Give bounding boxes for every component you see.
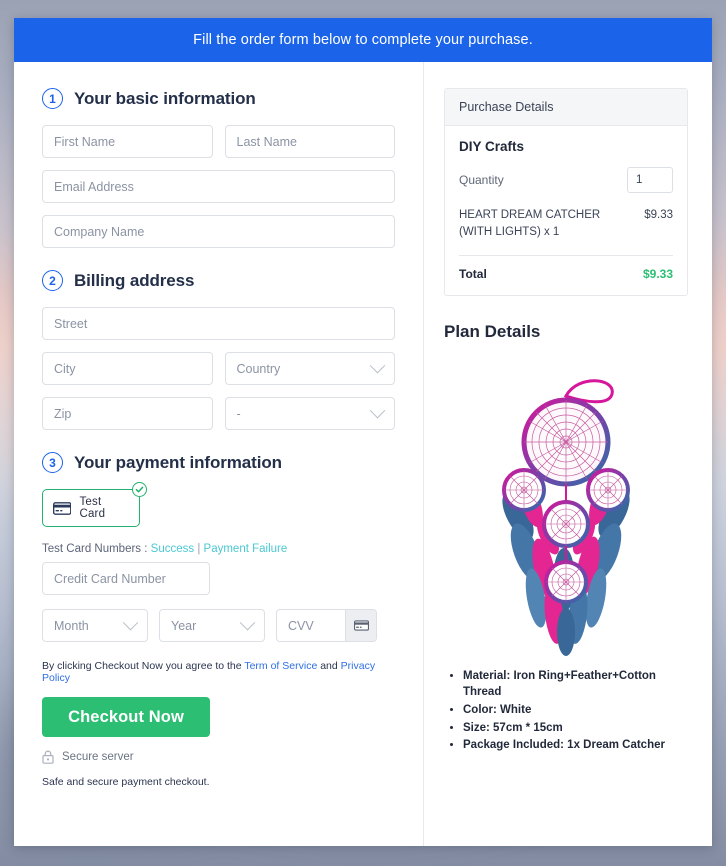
dream-catcher-illustration <box>502 378 630 656</box>
line-item-price: $9.33 <box>644 209 673 221</box>
city-input[interactable]: City <box>42 352 213 385</box>
test-card-payment-option[interactable]: Test Card <box>42 482 147 527</box>
section-title-payment-information: Your payment information <box>74 452 282 472</box>
product-specs-list: Material: Iron Ring+Feather+Cotton Threa… <box>444 668 688 754</box>
secure-server-note: Secure server <box>42 750 395 764</box>
plan-details-heading: Plan Details <box>444 321 541 341</box>
spec-item: Color: White <box>463 702 688 719</box>
quantity-row: Quantity 1 <box>459 167 673 193</box>
email-input[interactable]: Email Address <box>42 170 395 203</box>
purchase-details-panel: Purchase Details DIY Crafts Quantity 1 H… <box>444 88 688 296</box>
step-number-3: 3 <box>42 452 63 473</box>
quantity-input[interactable]: 1 <box>627 167 673 193</box>
test-card-numbers-label: Test Card Numbers : <box>42 543 148 555</box>
card-body: 1 Your basic information First Name Last… <box>14 62 712 846</box>
total-label: Total <box>459 266 487 281</box>
step-number-1: 1 <box>42 88 63 109</box>
spec-item: Material: Iron Ring+Feather+Cotton Threa… <box>463 668 688 701</box>
expiry-year-value: Year <box>171 618 197 633</box>
credit-card-icon <box>53 501 72 515</box>
line-item-row: HEART DREAM CATCHER (WITH LIGHTS) x 1 $9… <box>459 207 673 256</box>
plan-name: DIY Crafts <box>459 139 525 154</box>
secure-server-label: Secure server <box>62 751 134 763</box>
header-banner: Fill the order form below to complete yo… <box>14 18 712 62</box>
quantity-label: Quantity <box>459 173 504 187</box>
state-select[interactable]: - <box>224 397 395 430</box>
cvv-input[interactable]: CVV <box>277 619 345 633</box>
credit-card-number-row: Credit Card Number <box>42 562 395 595</box>
checkout-now-button[interactable]: Checkout Now <box>42 697 210 737</box>
street-input[interactable]: Street <box>42 307 395 340</box>
section-title-billing-address: Billing address <box>74 270 195 290</box>
summary-column: Purchase Details DIY Crafts Quantity 1 H… <box>424 62 712 846</box>
line-item-name: HEART DREAM CATCHER (WITH LIGHTS) x 1 <box>459 209 601 239</box>
credit-card-icon <box>353 620 369 631</box>
link-separator: | <box>197 543 201 555</box>
street-row: Street <box>42 307 395 340</box>
country-select[interactable]: Country <box>224 352 395 385</box>
expiry-month-value: Month <box>54 618 89 633</box>
cvv-help-button[interactable] <box>345 610 376 641</box>
terms-and: and <box>320 660 338 672</box>
first-name-input[interactable]: First Name <box>42 125 213 158</box>
test-card-numbers-line: Test Card Numbers : Success | Payment Fa… <box>42 543 395 555</box>
lock-icon <box>42 750 54 764</box>
chevron-down-icon <box>369 402 386 419</box>
total-amount: $9.33 <box>642 266 673 281</box>
banner-text: Fill the order form below to complete yo… <box>193 32 533 48</box>
expiry-month-select[interactable]: Month <box>42 609 148 642</box>
section-title-basic-information: Your basic information <box>74 88 256 108</box>
check-icon <box>135 486 144 493</box>
terms-prefix: By clicking Checkout Now you agree to th… <box>42 660 242 672</box>
term-of-service-link[interactable]: Term of Service <box>244 660 317 672</box>
spec-item: Size: 57cm * 15cm <box>463 720 688 737</box>
chevron-down-icon <box>369 357 386 374</box>
total-row: Total $9.33 <box>459 267 673 283</box>
city-country-row: City Country <box>42 352 395 385</box>
test-card-failure-link[interactable]: Payment Failure <box>204 543 288 555</box>
section-heading-basic-information: 1 Your basic information <box>42 88 395 109</box>
purchase-details-body: DIY Crafts Quantity 1 HEART DREAM CATCHE… <box>445 126 687 295</box>
expiry-year-select[interactable]: Year <box>159 609 265 642</box>
purchase-details-header: Purchase Details <box>445 89 687 126</box>
section-heading-billing-address: 2 Billing address <box>42 270 395 291</box>
country-select-value: Country <box>236 361 281 376</box>
company-name-input[interactable]: Company Name <box>42 215 395 248</box>
cvv-input-group[interactable]: CVV <box>276 609 377 642</box>
test-card-success-link[interactable]: Success <box>151 543 194 555</box>
zip-input[interactable]: Zip <box>42 397 213 430</box>
product-image <box>444 356 688 656</box>
expiry-cvv-row: Month Year CVV <box>42 609 395 642</box>
chevron-down-icon <box>122 614 139 631</box>
test-card-label: Test Card <box>79 496 106 520</box>
checkout-card: Fill the order form below to complete yo… <box>14 18 712 846</box>
zip-state-row: Zip - <box>42 397 395 430</box>
safe-checkout-note: Safe and secure payment checkout. <box>42 776 210 788</box>
step-number-2: 2 <box>42 270 63 291</box>
email-row: Email Address <box>42 170 395 203</box>
credit-card-number-input[interactable]: Credit Card Number <box>42 562 210 595</box>
last-name-input[interactable]: Last Name <box>224 125 395 158</box>
spec-item: Package Included: 1x Dream Catcher <box>463 737 688 754</box>
terms-agreement-text: By clicking Checkout Now you agree to th… <box>42 660 395 684</box>
state-select-value: - <box>236 406 241 421</box>
company-row: Company Name <box>42 215 395 248</box>
form-column: 1 Your basic information First Name Last… <box>14 62 424 846</box>
selected-check-badge <box>132 482 147 497</box>
section-heading-payment-information: 3 Your payment information <box>42 452 395 473</box>
name-row: First Name Last Name <box>42 125 395 158</box>
chevron-down-icon <box>239 614 256 631</box>
